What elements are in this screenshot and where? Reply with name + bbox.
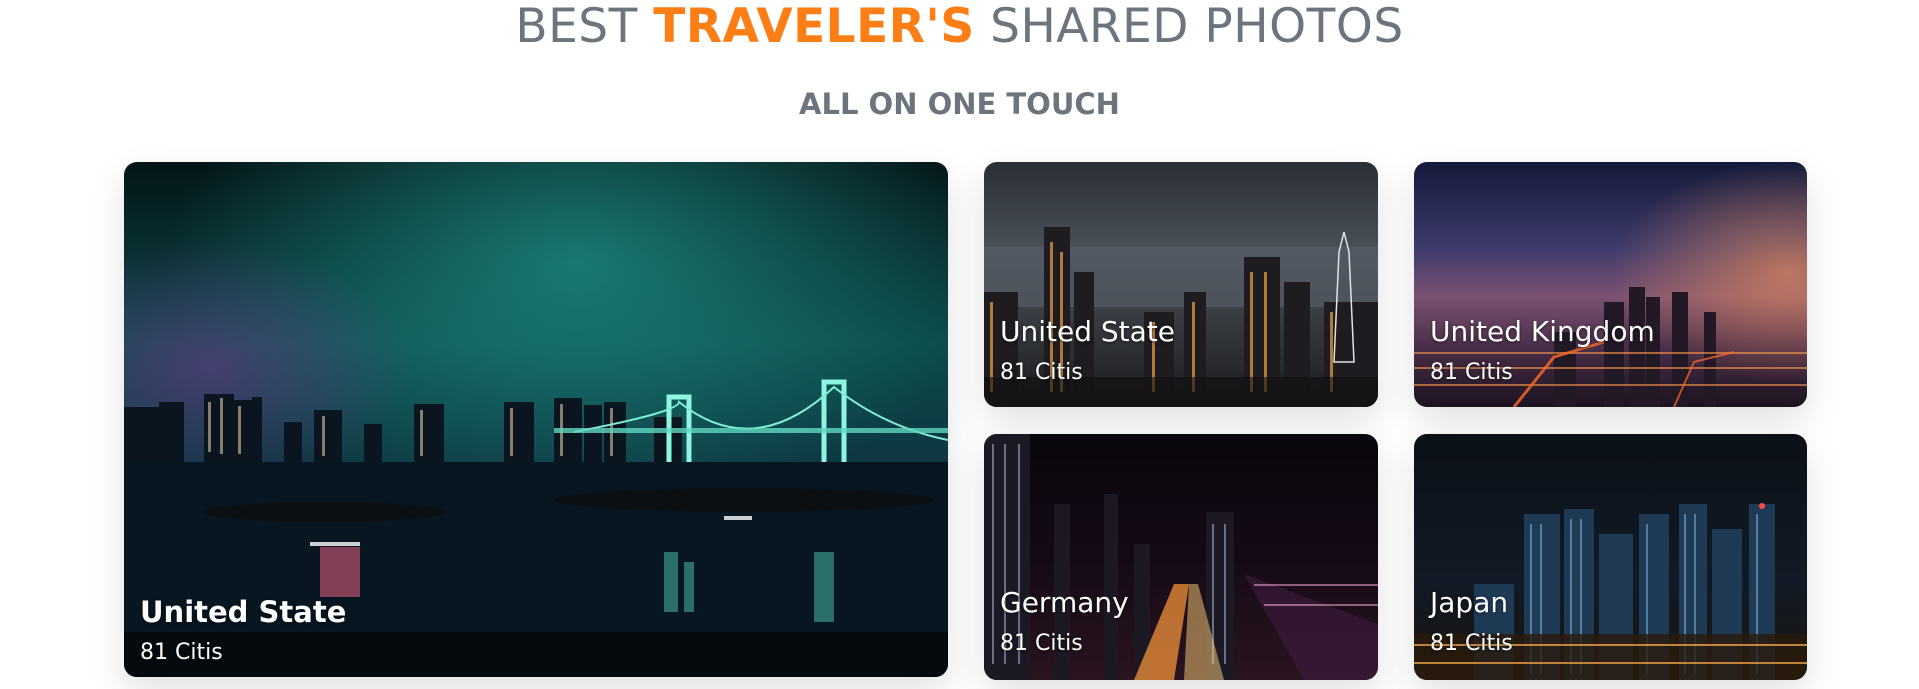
card-title: United State <box>1000 315 1176 348</box>
destination-card-united-state-featured[interactable]: United State 81 Citis <box>124 162 948 677</box>
card-caption: United State 81 Citis <box>1000 316 1175 386</box>
card-title: United State <box>140 595 347 629</box>
heading-prefix: BEST <box>515 0 638 54</box>
destination-card-united-kingdom[interactable]: United Kingdom 81 Citis <box>1414 162 1807 407</box>
section-subheading: ALL ON ONE TOUCH <box>799 87 1120 121</box>
card-count: 81 Citis <box>140 640 223 665</box>
card-title: United Kingdom <box>1430 315 1655 348</box>
card-count: 81 Citis <box>1000 631 1083 656</box>
destination-card-japan[interactable]: Japan 81 Citis <box>1414 434 1807 680</box>
heading-suffix: SHARED PHOTOS <box>990 0 1404 54</box>
card-title: Japan <box>1430 586 1509 619</box>
heading-accent: TRAVELER'S <box>653 0 975 54</box>
card-count: 81 Citis <box>1430 631 1513 656</box>
destination-card-united-state[interactable]: United State 81 Citis <box>984 162 1378 407</box>
card-caption: United Kingdom 81 Citis <box>1430 316 1655 386</box>
section-heading: BEST TRAVELER'S SHARED PHOTOS <box>0 3 1919 50</box>
card-caption: Germany 81 Citis <box>1000 587 1129 657</box>
card-count: 81 Citis <box>1000 360 1083 385</box>
card-caption: Japan 81 Citis <box>1430 587 1513 657</box>
destination-card-germany[interactable]: Germany 81 Citis <box>984 434 1378 680</box>
card-caption: United State 81 Citis <box>140 596 346 677</box>
card-title: Germany <box>1000 586 1129 619</box>
card-count: 81 Citis <box>1430 360 1513 385</box>
